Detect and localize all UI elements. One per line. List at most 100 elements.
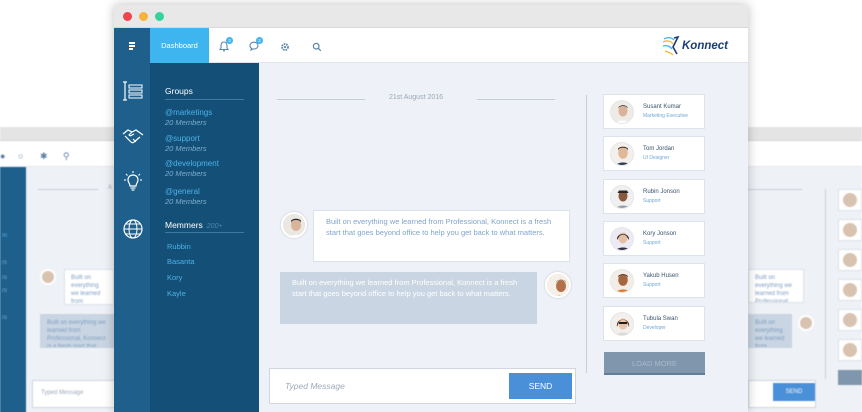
close-window-button[interactable] bbox=[123, 12, 132, 21]
rail-item-groups[interactable] bbox=[121, 125, 145, 149]
message-composer: Typed Message SEND bbox=[269, 368, 576, 404]
send-button[interactable]: SEND bbox=[509, 373, 572, 399]
chat-pane: 21st August 2016 Built on everything we … bbox=[259, 63, 586, 412]
background-date-text: A bbox=[108, 185, 113, 191]
contact-card-rubin-jonson[interactable]: Rubin Jonson Support bbox=[603, 179, 705, 214]
contact-role: Developer bbox=[643, 325, 666, 331]
screenshot-stage: ● ○ ✱ ⚲ m rs rs rs rs A Built on everyth… bbox=[0, 0, 862, 412]
maximize-window-button[interactable] bbox=[155, 12, 164, 21]
load-more-button[interactable]: LOAD MORE bbox=[604, 352, 705, 375]
contact-avatar bbox=[610, 269, 634, 293]
konnect-logo-mark bbox=[662, 36, 680, 56]
member-item-rubbin[interactable]: Rubbin bbox=[167, 242, 191, 251]
contact-card-tubula-swan[interactable]: Tubula Swan Developer bbox=[603, 306, 705, 341]
settings-button[interactable] bbox=[280, 40, 294, 54]
contact-name: Tubula Swan bbox=[643, 316, 678, 322]
background-load-more bbox=[838, 370, 862, 385]
background-outgoing-message-right: Built on everything we learned from Prof… bbox=[748, 314, 792, 348]
notification-badge: 3 bbox=[226, 37, 233, 44]
message-input[interactable]: Typed Message bbox=[285, 381, 345, 391]
background-outgoing-avatar bbox=[798, 315, 814, 331]
contact-avatar bbox=[610, 227, 634, 251]
background-sidebar-snippet: rs bbox=[2, 275, 7, 281]
notifications-button[interactable]: 3 bbox=[219, 37, 233, 54]
background-chat-icon: ○ bbox=[18, 151, 24, 161]
member-item-basanta[interactable]: Basanta bbox=[167, 257, 195, 266]
contact-role: Support bbox=[643, 198, 661, 204]
background-sidebar-snippet: rs bbox=[2, 288, 7, 294]
messages-button[interactable]: 2 bbox=[249, 37, 263, 54]
lightbulb-icon bbox=[124, 171, 142, 191]
background-divider bbox=[825, 189, 826, 379]
outgoing-message: Built on everything we learned from Prof… bbox=[280, 272, 537, 324]
groups-title: Groups bbox=[165, 86, 193, 96]
rail-item-ideas[interactable] bbox=[121, 170, 145, 194]
background-sidebar-snippet: rs bbox=[2, 315, 7, 321]
background-send-button: SEND bbox=[773, 383, 815, 401]
group-member-count: 20 Members bbox=[165, 118, 207, 127]
search-button[interactable] bbox=[312, 40, 326, 54]
background-contact-card bbox=[838, 189, 862, 211]
contact-card-kory-jonson[interactable]: Kory Jonson Support bbox=[603, 221, 705, 256]
tab-dashboard[interactable]: Dashboard bbox=[150, 28, 209, 63]
background-sidebar-snippet: m bbox=[2, 233, 7, 239]
group-member-count: 20 Members bbox=[165, 169, 207, 178]
member-item-kayle[interactable]: Kayle bbox=[167, 289, 186, 298]
members-count: 200+ bbox=[206, 223, 223, 230]
contact-name: Kory Jonson bbox=[643, 231, 677, 237]
person-avatar-icon bbox=[611, 186, 633, 208]
minimize-window-button[interactable] bbox=[139, 12, 148, 21]
rail-item-global[interactable] bbox=[121, 217, 145, 241]
background-contact-card bbox=[838, 339, 862, 361]
handshake-icon bbox=[122, 129, 144, 144]
person-avatar-icon bbox=[547, 274, 569, 296]
background-incoming-avatar bbox=[40, 269, 56, 285]
member-item-kory[interactable]: Kory bbox=[167, 273, 182, 282]
background-sidebar-snippet: rs bbox=[2, 260, 7, 266]
group-item-general[interactable]: @general 20 Members bbox=[165, 187, 207, 206]
background-incoming-message: Built on everything we learned from Prof… bbox=[64, 269, 114, 305]
members-divider bbox=[165, 232, 244, 233]
contact-card-susant-kumar[interactable]: Susant Kumar Marketing Executive bbox=[603, 94, 705, 129]
contacts-panel: Susant Kumar Marketing Executive Tom Jor… bbox=[587, 63, 748, 412]
group-name: @general bbox=[165, 187, 200, 196]
menu-icon-line bbox=[129, 48, 133, 50]
background-contact-card bbox=[838, 249, 862, 271]
members-title-label: Memmers bbox=[165, 220, 203, 230]
icon-rail bbox=[114, 63, 150, 412]
app-window: Dashboard 3 2 Konnect Groups @marketings… bbox=[114, 5, 748, 412]
person-avatar-icon bbox=[611, 228, 633, 250]
konnect-logo: Konnect bbox=[662, 36, 732, 56]
group-member-count: 20 Members bbox=[165, 197, 207, 206]
group-item-support[interactable]: @support 20 Members bbox=[165, 134, 207, 153]
person-avatar-icon bbox=[611, 313, 633, 335]
group-member-count: 20 Members bbox=[165, 144, 207, 153]
group-item-development[interactable]: @development 20 Members bbox=[165, 159, 219, 178]
date-rule-right bbox=[477, 99, 555, 100]
background-incoming-message-right: Built on everything we learned from Prof… bbox=[748, 269, 804, 303]
message-badge: 2 bbox=[256, 37, 263, 44]
list-icon bbox=[123, 81, 143, 101]
contact-name: Susant Kumar bbox=[643, 104, 682, 110]
contact-avatar bbox=[610, 312, 634, 336]
members-title: Memmers 200+ bbox=[165, 220, 223, 230]
group-item-marketings[interactable]: @marketings 20 Members bbox=[165, 108, 212, 127]
search-icon bbox=[312, 42, 322, 52]
groups-divider bbox=[165, 99, 244, 100]
groups-sidebar: Groups @marketings 20 Members @support 2… bbox=[150, 63, 259, 412]
contact-card-tom-jordan[interactable]: Tom Jordan UI Designer bbox=[603, 136, 705, 171]
background-message-input: Typed Message bbox=[32, 380, 116, 408]
menu-button[interactable] bbox=[114, 28, 150, 63]
background-date-rule-right bbox=[748, 189, 802, 190]
person-avatar-icon bbox=[611, 143, 633, 165]
background-sidebar: m rs rs rs rs bbox=[0, 167, 26, 412]
contact-card-yakub-husen[interactable]: Yakub Husen Support bbox=[603, 263, 705, 298]
logo-text: Konnect bbox=[682, 40, 728, 52]
contact-role: Marketing Executive bbox=[643, 113, 689, 119]
group-name: @development bbox=[165, 159, 219, 168]
contact-avatar bbox=[610, 100, 634, 124]
gear-icon bbox=[281, 43, 289, 51]
rail-item-list[interactable] bbox=[121, 79, 145, 103]
window-titlebar bbox=[114, 5, 748, 28]
date-separator: 21st August 2016 bbox=[277, 94, 555, 104]
